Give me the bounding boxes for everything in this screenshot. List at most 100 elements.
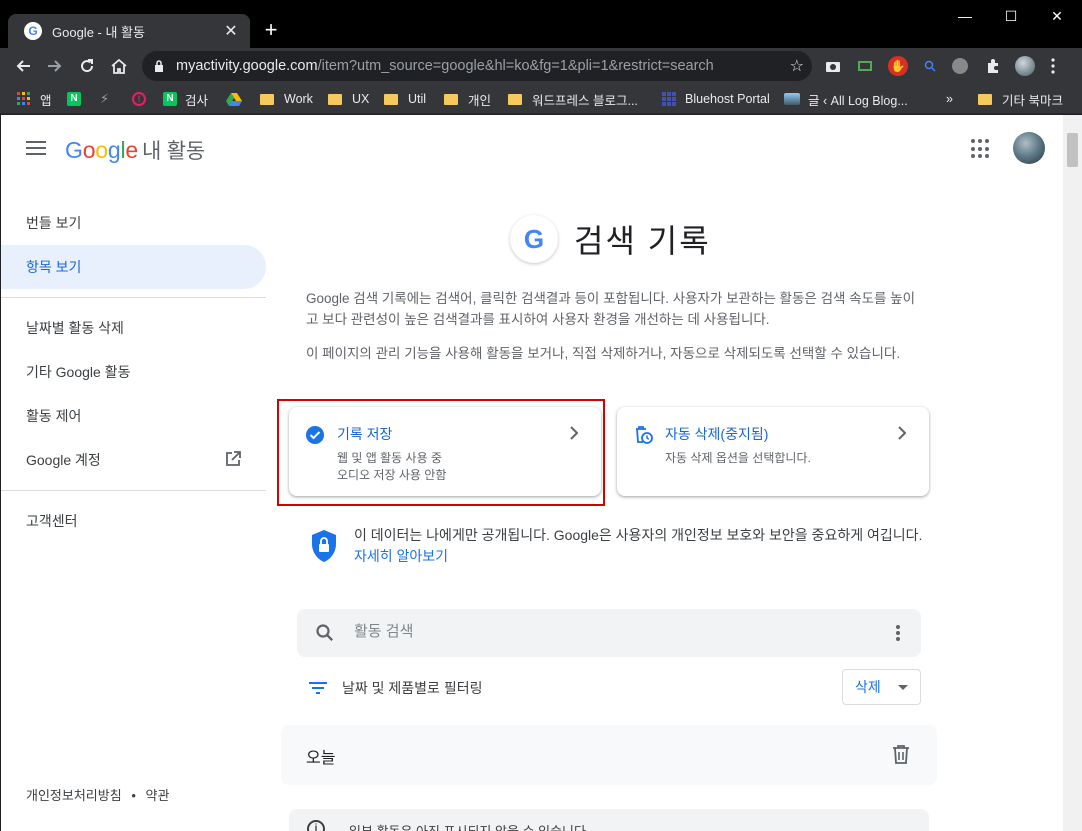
bookmark-folder-ux[interactable]: UX [328, 90, 369, 108]
google-g-icon: G [510, 215, 558, 263]
pending-activity-text: 일부 활동은 아직 표시되지 않을 수 있습니다 [349, 821, 586, 831]
reload-icon [81, 59, 94, 73]
lock-icon [155, 60, 163, 72]
home-button[interactable] [107, 54, 131, 78]
privacy-policy-link[interactable]: 개인정보처리방침 [26, 788, 122, 803]
google-apps-icon[interactable] [971, 139, 991, 159]
bookmark-geomsa[interactable]: N 검사 [163, 90, 208, 108]
folder-icon [444, 93, 458, 105]
apps-grid-icon [17, 92, 30, 105]
page-scrollbar[interactable] [1063, 115, 1082, 831]
bookmark-apps[interactable]: 앱 [17, 90, 52, 108]
google-my-activity-logo[interactable]: Google 내 활동 [65, 135, 205, 165]
bookmark-naver[interactable]: N [67, 90, 81, 108]
privacy-notice-text: 이 데이터는 나에게만 공개됩니다. Google은 사용자의 개인정보 보호와… [354, 527, 923, 564]
bookmark-folder-work[interactable]: Work [260, 90, 313, 108]
bluehost-icon [662, 92, 676, 106]
main-menu-icon[interactable] [26, 141, 46, 157]
drive-icon [226, 93, 242, 106]
close-window-button[interactable]: ✕ [1034, 0, 1080, 32]
search-extension-icon[interactable] [920, 56, 940, 76]
maximize-button[interactable]: ☐ [988, 0, 1034, 32]
dropdown-caret-icon [898, 685, 908, 690]
search-icon[interactable] [315, 623, 335, 643]
account-avatar[interactable] [1013, 132, 1045, 164]
sidebar-item-bundle-view[interactable]: 번들 보기 [1, 201, 266, 245]
puzzle-extensions-icon[interactable] [983, 56, 1003, 76]
minimize-button[interactable]: — [942, 0, 988, 32]
bookmark-star-icon[interactable]: ☆ [790, 56, 804, 76]
adblock-extension-icon[interactable]: ✋ [888, 56, 908, 76]
reload-button[interactable] [75, 54, 99, 78]
trash-icon[interactable] [892, 744, 910, 764]
info-icon: i [307, 820, 325, 831]
more-options-icon[interactable] [896, 625, 900, 641]
folder-icon [384, 93, 398, 105]
google-favicon-icon: G [24, 22, 42, 40]
bookmark-drive[interactable] [226, 90, 242, 108]
bookmark-overflow-button[interactable]: » [946, 90, 953, 108]
bookmark-bolt[interactable]: ⚡ [100, 90, 109, 108]
activity-search-bar [297, 609, 921, 657]
forward-arrow-icon [48, 60, 62, 72]
new-tab-button[interactable]: + [262, 18, 280, 42]
bookmark-folder-other[interactable]: 기타 북마크 [978, 90, 1063, 108]
blog-icon [784, 93, 800, 105]
learn-more-link[interactable]: 자세히 알아보기 [354, 548, 448, 564]
folder-icon [328, 93, 342, 105]
bookmark-folder-personal[interactable]: 개인 [444, 90, 491, 108]
bolt-icon: ⚡ [100, 91, 110, 106]
tab-title: Google - 내 활동 [52, 24, 145, 40]
sidebar-item-help-center[interactable]: 고객센터 [1, 499, 266, 543]
open-in-new-icon [226, 451, 241, 466]
page-title: 검색 기록 [574, 223, 711, 259]
sidebar-item-other-activity[interactable]: 기타 Google 활동 [1, 350, 266, 394]
circle-extension-icon[interactable] [952, 58, 968, 74]
naver-icon: N [67, 92, 81, 106]
sidebar-divider [1, 297, 266, 298]
sidebar-item-item-view[interactable]: 항목 보기 [1, 245, 266, 289]
browser-tabbar: G Google - 내 활동 ✕ + — ☐ ✕ [0, 0, 1082, 48]
filter-list-icon [309, 682, 327, 694]
bookmark-bluehost[interactable]: Bluehost Portal [662, 90, 770, 108]
main-content: G 검색 기록 Google 검색 기록에는 검색어, 클릭한 검색결과 등이 … [277, 115, 941, 831]
alert-circle-icon: ! [132, 92, 146, 106]
forward-button[interactable] [43, 54, 67, 78]
tab-close-icon[interactable]: ✕ [222, 21, 240, 41]
address-bar[interactable]: myactivity.google.com/item?utm_source=go… [142, 51, 812, 81]
bookmark-folder-util[interactable]: Util [384, 90, 426, 108]
scrollbar-thumb[interactable] [1067, 133, 1078, 167]
auto-delete-title: 자동 삭제(중지됨) [665, 426, 769, 442]
browser-tab[interactable]: G Google - 내 활동 ✕ [8, 14, 250, 48]
url-text: myactivity.google.com/item?utm_source=go… [176, 58, 714, 74]
auto-delete-description: 자동 삭제 옵션을 선택합니다. [665, 451, 811, 465]
folder-icon [978, 93, 992, 105]
home-icon [111, 58, 127, 74]
auto-delete-icon [636, 426, 653, 444]
page: Google 내 활동 번들 보기 항목 보기 날짜별 활동 삭제 기타 Goog… [1, 115, 1063, 831]
profile-avatar-icon[interactable] [1015, 56, 1035, 76]
shield-lock-icon [312, 530, 336, 562]
sidebar-item-activity-controls[interactable]: 활동 제어 [1, 394, 266, 438]
auto-delete-card[interactable]: 자동 삭제(중지됨) 자동 삭제 옵션을 선택합니다. [617, 407, 929, 496]
filter-button[interactable]: 날짜 및 제품별로 필터링 [308, 678, 482, 698]
folder-icon [260, 93, 274, 105]
chrome-menu-icon[interactable] [1049, 56, 1057, 76]
delete-dropdown-button[interactable]: 삭제 [842, 669, 921, 705]
sidebar-item-google-account[interactable]: Google 계정 [1, 438, 266, 482]
activity-search-input[interactable] [354, 623, 854, 640]
description-paragraph-2: 이 페이지의 관리 기능을 사용해 활동을 보거나, 직접 삭제하거나, 자동으… [306, 346, 901, 361]
delete-label: 삭제 [855, 679, 881, 695]
terms-link[interactable]: 약관 [146, 788, 170, 803]
back-button[interactable] [11, 54, 35, 78]
page-header: G 검색 기록 [510, 215, 711, 263]
bookmark-blog[interactable]: 글 ‹ All Log Blog... [784, 90, 908, 108]
bookmark-folder-wordpress[interactable]: 워드프레스 블로그... [508, 90, 638, 108]
camera-extension-icon[interactable] [823, 56, 843, 76]
browser-toolbar: myactivity.google.com/item?utm_source=go… [0, 48, 1082, 84]
crop-extension-icon[interactable] [855, 56, 875, 76]
bookmark-pinkalert[interactable]: ! [132, 90, 146, 108]
sidebar-item-delete-by-date[interactable]: 날짜별 활동 삭제 [1, 306, 266, 350]
day-label: 오늘 [306, 750, 336, 767]
highlight-annotation-box [277, 399, 605, 506]
